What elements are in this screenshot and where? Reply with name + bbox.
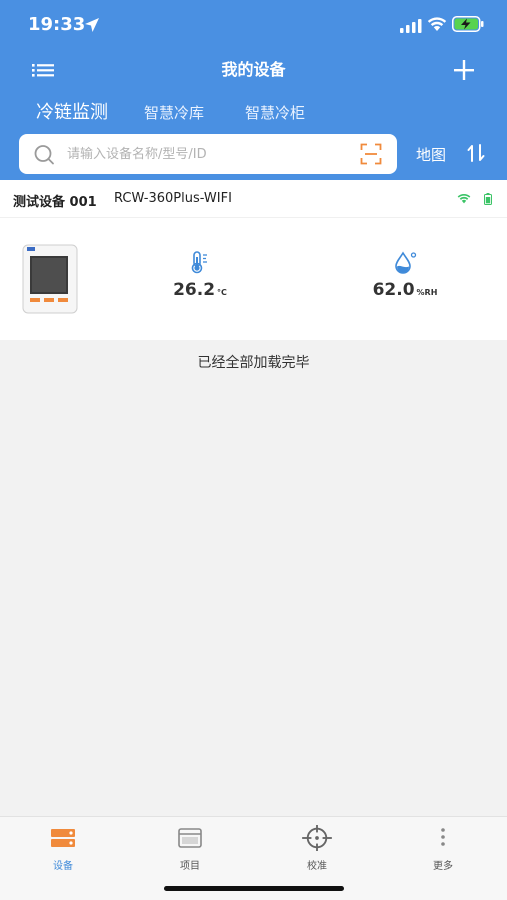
temperature-value: 26.2 [173,280,216,300]
device-name: 测试设备 001 [13,195,97,210]
status-time: 19:33 [28,14,86,35]
tab-smart-cold-storage[interactable]: 智慧冷库 [144,102,204,123]
location-arrow-icon [85,18,99,32]
device-image [22,244,78,314]
header: 19:33 我的设备 冷链监测 智慧冷库 智慧冷柜 请输入设备名称/型号/ID … [0,0,507,180]
calibrate-icon [302,825,332,851]
bottom-nav-device[interactable]: 设备 [23,825,103,872]
map-button[interactable]: 地图 [416,144,446,165]
category-tabs: 冷链监测 智慧冷库 智慧冷柜 [0,96,507,130]
bottom-nav-calibrate[interactable]: 校准 [277,825,357,872]
bottom-nav-project[interactable]: 项目 [150,825,230,872]
device-icon [51,829,75,847]
device-wifi-icon [457,193,471,204]
more-icon [441,828,445,846]
thermometer-icon [191,251,207,274]
device-battery-icon [484,193,492,205]
search-box [19,134,397,174]
list-end-message: 已经全部加载完毕 [197,355,310,371]
tab-cold-chain[interactable]: 冷链监测 [36,98,108,124]
device-card-header: 测试设备 001 RCW-360Plus-WIFI [0,180,507,218]
device-model: RCW-360Plus-WIFI [114,191,232,206]
nav-row: 我的设备 [0,50,507,90]
bottom-nav-label: 更多 [433,861,453,872]
project-icon [178,828,202,848]
humidity-unit: %RH [416,288,438,297]
bottom-nav-more[interactable]: 更多 [403,825,483,872]
add-device-icon[interactable] [452,58,476,82]
tab-smart-freezer[interactable]: 智慧冷柜 [245,102,305,123]
wifi-icon [427,17,447,31]
bottom-nav-label: 校准 [307,861,327,872]
humidity-reading: 62.0 %RH [335,250,475,300]
home-indicator [164,886,344,891]
scan-icon[interactable] [360,143,382,165]
temperature-reading: 26.2 °C [130,250,270,300]
humidity-drop-icon [395,251,417,274]
battery-charging-icon [452,16,484,32]
page-title: 我的设备 [221,60,286,79]
status-bar: 19:33 [0,0,507,50]
cellular-signal-icon [400,19,422,33]
humidity-value: 62.0 [372,280,415,300]
bottom-nav-label: 项目 [180,861,200,872]
search-icon [34,145,54,165]
sort-icon[interactable] [467,143,485,163]
bottom-nav-label: 设备 [53,861,73,872]
temperature-unit: °C [217,288,227,297]
device-card[interactable]: 测试设备 001 RCW-360Plus-WIFI 26.2 °C 62.0 %… [0,180,507,340]
search-input[interactable] [67,134,347,174]
